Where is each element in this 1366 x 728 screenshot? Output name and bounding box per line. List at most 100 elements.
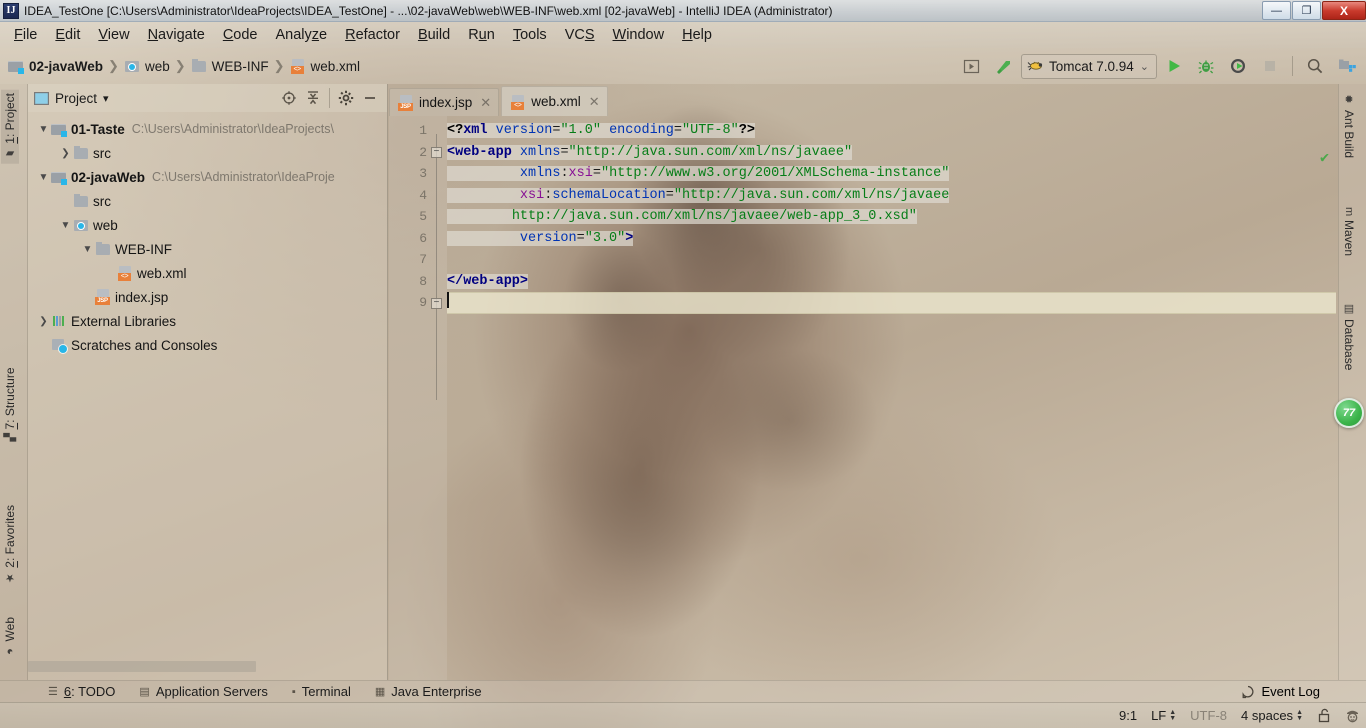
xml-file-icon (117, 265, 133, 281)
minimize-button[interactable]: — (1262, 1, 1291, 20)
event-log-button[interactable]: Event Log (1241, 684, 1320, 699)
line-separator-widget[interactable]: LF ▲ ▼ (1151, 708, 1176, 723)
close-button[interactable]: X (1322, 1, 1366, 20)
run-with-coverage-icon[interactable] (1223, 52, 1253, 80)
unlocked-icon[interactable] (1317, 708, 1331, 723)
gear-icon[interactable] (335, 87, 357, 109)
tool-stripe-database[interactable]: ▤ Database (1340, 299, 1358, 373)
tool-stripe-2-favorites[interactable]: ★ 2: Favorites (1, 502, 19, 588)
tree-node-index-jsp[interactable]: · index.jsp (28, 285, 387, 309)
hide-panel-icon[interactable] (359, 87, 381, 109)
collapse-all-icon[interactable] (302, 87, 324, 109)
tool-stripe-maven[interactable]: m Maven (1340, 204, 1358, 259)
indent-widget[interactable]: 4 spaces ▲ ▼ (1241, 708, 1303, 723)
tree-node-web-xml[interactable]: · web.xml (28, 261, 387, 285)
chevron-right-icon[interactable]: ❯ (36, 316, 51, 327)
project-structure-icon[interactable] (1332, 52, 1362, 80)
scrollbar-thumb[interactable] (28, 661, 256, 672)
tree-node-web[interactable]: ▼ web (28, 213, 387, 237)
code-line[interactable] (447, 292, 1336, 314)
tree-node-02-javaweb[interactable]: ▼ 02-javaWeb C:\Users\Administrator\IdeaPr… (28, 165, 387, 189)
menu-edit[interactable]: Edit (46, 25, 89, 45)
close-icon[interactable]: ✕ (589, 94, 600, 110)
chevron-down-icon[interactable]: ▼ (36, 124, 51, 135)
fold-marker-line8[interactable]: − (431, 298, 442, 309)
menu-window[interactable]: Window (604, 25, 674, 45)
breadcrumb-item-web[interactable]: web (124, 58, 170, 74)
tool-stripe-7-structure[interactable]: ▞ 7: Structure (1, 364, 19, 445)
run-icon[interactable] (1159, 52, 1189, 80)
code-line[interactable] (447, 249, 1336, 271)
tree-node-web-inf[interactable]: ▼ WEB-INF (28, 237, 387, 261)
select-opened-file-icon[interactable] (278, 87, 300, 109)
editor-gutter[interactable]: − − 123456789 (389, 116, 447, 680)
build-hammer-icon[interactable] (989, 52, 1019, 80)
tree-spacer: · (58, 196, 73, 207)
menu-refactor[interactable]: Refactor (336, 25, 409, 45)
stop-icon[interactable] (1255, 52, 1285, 80)
chevron-down-icon[interactable]: ▼ (58, 220, 73, 231)
menu-build[interactable]: Build (409, 25, 459, 45)
menu-help[interactable]: Help (673, 25, 721, 45)
chevron-down-icon[interactable]: ▼ (80, 244, 95, 255)
menu-run[interactable]: Run (459, 25, 504, 45)
bottom-tab-application-servers[interactable]: ▤ Application Servers (127, 682, 279, 701)
editor-tab-web-xml[interactable]: web.xml ✕ (501, 86, 608, 116)
menu-tools[interactable]: Tools (504, 25, 556, 45)
debug-icon[interactable] (1191, 52, 1221, 80)
breadcrumb-item-web-xml[interactable]: web.xml (290, 58, 360, 74)
bottom-tab-terminal[interactable]: ▪ Terminal (280, 682, 363, 701)
code-line-text: <web-app xmlns="http://java.sun.com/xml/… (447, 144, 853, 160)
search-everywhere-icon[interactable] (1300, 52, 1330, 80)
code-line[interactable]: <web-app xmlns="http://java.sun.com/xml/… (447, 142, 1336, 164)
breadcrumb-item-web-inf[interactable]: WEB-INF (191, 58, 269, 74)
run-dashboard-icon[interactable] (957, 52, 987, 80)
menu-code[interactable]: Code (214, 25, 267, 45)
bottom-tab-java-enterprise[interactable]: ▦ Java Enterprise (363, 682, 494, 701)
code-text[interactable]: ✔ <?xml version="1.0" encoding="UTF-8"?>… (447, 116, 1336, 680)
tool-stripe-1-project[interactable]: ▰ 1: Project (1, 90, 19, 164)
project-panel-actions (278, 87, 381, 109)
breadcrumb-item-02-javaweb[interactable]: 02-javaWeb (8, 58, 103, 74)
encoding-widget[interactable]: UTF-8 (1190, 708, 1227, 723)
code-line[interactable]: http://java.sun.com/xml/ns/javaee/web-ap… (447, 206, 1336, 228)
tree-node-scratches-and-consoles[interactable]: · Scratches and Consoles (28, 333, 387, 357)
editor-tab-index-jsp[interactable]: index.jsp ✕ (389, 88, 500, 116)
run-configuration-selector[interactable]: Tomcat 7.0.94 ⌄ (1020, 53, 1157, 79)
tree-node-src[interactable]: · src (28, 189, 387, 213)
menu-view[interactable]: View (89, 25, 138, 45)
tool-stripe-ant-build[interactable]: ✹ Ant Build (1340, 90, 1358, 161)
chevron-right-icon[interactable]: ❯ (58, 148, 73, 159)
window-controls: — ❐ X (1261, 1, 1366, 20)
chevron-down-icon[interactable]: ▼ (36, 172, 51, 183)
project-panel-title: Project (55, 90, 98, 106)
chevron-down-icon[interactable]: ⌄ (1140, 60, 1149, 73)
maximize-button[interactable]: ❐ (1292, 1, 1321, 20)
tree-node-src[interactable]: ❯ src (28, 141, 387, 165)
memory-indicator-badge[interactable]: 77 (1334, 398, 1364, 428)
fold-marker-line2[interactable]: − (431, 147, 442, 158)
menu-analyze[interactable]: Analyze (267, 25, 337, 45)
menu-navigate[interactable]: Navigate (139, 25, 214, 45)
menu-file[interactable]: File (5, 25, 46, 45)
tool-stripe-web[interactable]: ◕ Web (1, 614, 19, 660)
code-line[interactable]: </web-app> (447, 271, 1336, 293)
code-line[interactable]: xsi:schemaLocation="http://java.sun.com/… (447, 185, 1336, 207)
project-tree-hscrollbar[interactable] (28, 661, 386, 672)
code-line[interactable]: version="3.0"> (447, 228, 1336, 250)
caret-position[interactable]: 9:1 (1119, 708, 1137, 723)
breadcrumb-label: 02-javaWeb (29, 58, 104, 74)
code-line-text: xmlns:xsi="http://www.w3.org/2001/XMLSch… (447, 166, 950, 181)
tree-node-external-libraries[interactable]: ❯ External Libraries (28, 309, 387, 333)
editor-body: − − 123456789 ✔ <?xml version="1.0" enco… (389, 116, 1336, 680)
token-punct (447, 166, 520, 181)
inspection-face-icon[interactable] (1345, 708, 1360, 723)
code-line[interactable]: xmlns:xsi="http://www.w3.org/2001/XMLSch… (447, 163, 1336, 185)
tree-node-01-taste[interactable]: ▼ 01-Taste C:\Users\Administrator\IdeaProj… (28, 117, 387, 141)
code-line[interactable]: <?xml version="1.0" encoding="UTF-8"?> (447, 120, 1336, 142)
breadcrumb-separator: ❯ (273, 58, 285, 73)
close-icon[interactable]: ✕ (480, 95, 491, 111)
project-scope-chevron-icon[interactable]: ▾ (103, 92, 109, 105)
menu-vcs[interactable]: VCS (556, 25, 604, 45)
bottom-tab-6-todo[interactable]: ☰ 6: TODO (36, 682, 127, 701)
